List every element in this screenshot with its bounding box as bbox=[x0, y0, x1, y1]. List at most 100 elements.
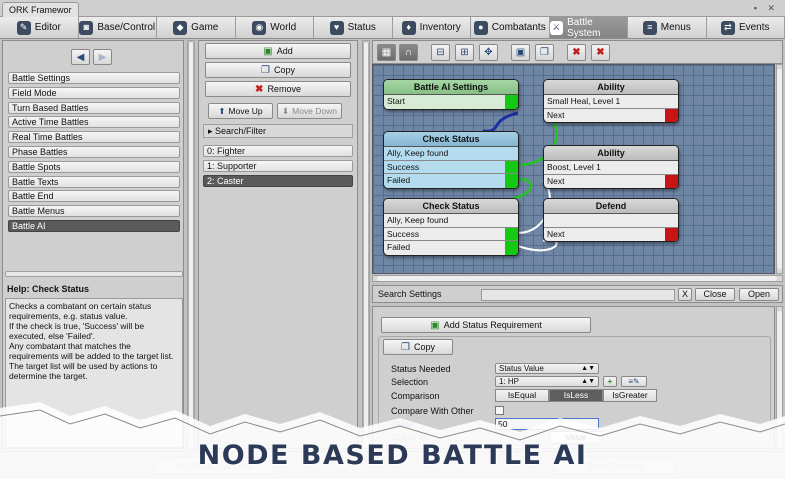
list-item-caster[interactable]: 2: Caster bbox=[203, 175, 353, 187]
move-down-button[interactable]: ⬇ Move Down bbox=[277, 103, 342, 119]
banner-title: NODE BASED BATTLE AI bbox=[197, 440, 588, 471]
category-phase-battles[interactable]: Phase Battles bbox=[8, 145, 180, 158]
delete-all-icon[interactable]: ✖ bbox=[591, 44, 610, 61]
status-needed-dropdown[interactable]: Status Value ▲▼ bbox=[495, 363, 599, 374]
selection-dropdown[interactable]: 1: HP ▲▼ bbox=[495, 376, 599, 387]
remove-button[interactable]: ✖ Remove bbox=[205, 81, 351, 97]
tab-battle-system[interactable]: ⚔ Battle System bbox=[549, 17, 628, 39]
selection-label: Selection bbox=[391, 377, 429, 387]
align-left-icon[interactable]: ⊟ bbox=[431, 44, 450, 61]
tab-world[interactable]: ◉ World bbox=[235, 17, 314, 38]
move-up-button[interactable]: ⬆ Move Up bbox=[208, 103, 273, 119]
category-battle-ai[interactable]: Battle AI bbox=[8, 219, 180, 232]
category-turn-based-battles[interactable]: Turn Based Battles bbox=[8, 101, 180, 114]
canvas-vertical-scrollbar[interactable] bbox=[776, 64, 783, 274]
compare-with-other-checkbox[interactable] bbox=[495, 406, 504, 415]
comparison-is-less[interactable]: IsLess bbox=[549, 389, 603, 402]
category-list: Battle Settings Field Mode Turn Based Ba… bbox=[8, 72, 180, 235]
list-item-fighter[interactable]: 0: Fighter bbox=[203, 145, 353, 157]
value-label: Value bbox=[391, 419, 414, 429]
scroll-thumb[interactable] bbox=[377, 276, 777, 281]
scroll-thumb[interactable] bbox=[777, 311, 782, 423]
copy-requirement-button[interactable]: ❐ Copy bbox=[383, 339, 453, 355]
tab-inventory[interactable]: ♦ Inventory bbox=[392, 17, 471, 38]
value-input[interactable]: 50 bbox=[495, 418, 599, 430]
node-battle-ai-settings[interactable]: Battle AI Settings Start bbox=[383, 79, 519, 110]
back-arrow-icon[interactable]: ◀ bbox=[71, 49, 90, 65]
comparison-is-equal[interactable]: IsEqual bbox=[495, 389, 549, 402]
category-battle-settings[interactable]: Battle Settings bbox=[8, 72, 180, 84]
comparison-is-greater[interactable]: IsGreater bbox=[603, 389, 657, 402]
settings-scrollbar[interactable] bbox=[776, 306, 783, 449]
node-editor-toolbar: ▦ ∩ ⊟ ⊞ ✥ ▣ ❐ ✖ ✖ bbox=[372, 40, 783, 64]
next-port[interactable] bbox=[665, 108, 678, 122]
next-port[interactable] bbox=[665, 174, 678, 188]
node-canvas[interactable]: Battle AI Settings Start Check Status Al… bbox=[372, 64, 775, 274]
copy-node-icon[interactable]: ❐ bbox=[535, 44, 554, 61]
add-status-requirement-button[interactable]: ▣ Add Status Requirement bbox=[381, 317, 591, 333]
middle-scrollbar[interactable] bbox=[362, 40, 370, 449]
failed-port[interactable] bbox=[505, 241, 518, 255]
triangle-right-icon: ▸ bbox=[208, 126, 216, 136]
panel-splitter[interactable] bbox=[5, 271, 183, 277]
tab-combatants[interactable]: ● Combatants bbox=[471, 17, 550, 38]
left-scrollbar[interactable] bbox=[187, 40, 195, 449]
add-button[interactable]: ▣ Add bbox=[205, 43, 351, 59]
tab-status[interactable]: ♥ Status bbox=[314, 17, 393, 38]
potion-icon: ♦ bbox=[401, 20, 416, 35]
history-navigation: ◀ ▶ bbox=[71, 49, 112, 65]
scroll-thumb[interactable] bbox=[777, 69, 782, 269]
arrange-icon[interactable]: ✥ bbox=[479, 44, 498, 61]
window-controls[interactable]: ▪ ✕ bbox=[754, 3, 779, 14]
window-tab[interactable]: ORK Framewor bbox=[2, 2, 79, 17]
arrow-up-icon: ⬆ bbox=[218, 105, 226, 116]
node-check-status-1[interactable]: Check Status Ally, Keep found Success Fa… bbox=[383, 131, 519, 189]
category-battle-end[interactable]: Battle End bbox=[8, 190, 180, 203]
search-filter-foldout[interactable]: ▸ Search/Filter bbox=[203, 124, 353, 138]
arrow-down-icon: ⬇ bbox=[281, 105, 290, 116]
tab-base-control[interactable]: ◙ Base/Control bbox=[78, 17, 157, 38]
node-check-status-2[interactable]: Check Status Ally, Keep found Success Fa… bbox=[383, 198, 519, 256]
person-icon: ● bbox=[473, 20, 488, 35]
category-battle-menus[interactable]: Battle Menus bbox=[8, 205, 180, 218]
category-real-time-battles[interactable]: Real Time Battles bbox=[8, 131, 180, 144]
scroll-thumb[interactable] bbox=[363, 41, 369, 436]
tab-editor[interactable]: ✎ Editor bbox=[0, 17, 79, 38]
edit-selection-button[interactable]: ≡✎ bbox=[621, 376, 647, 387]
add-icon: ▣ bbox=[430, 319, 440, 331]
node-ability-2[interactable]: Ability Boost, Level 1 Next bbox=[543, 145, 679, 189]
category-active-time-battles[interactable]: Active Time Battles bbox=[8, 116, 180, 129]
category-field-mode[interactable]: Field Mode bbox=[8, 86, 180, 99]
magnet-icon[interactable]: ∩ bbox=[399, 44, 418, 61]
start-port[interactable] bbox=[505, 95, 518, 109]
category-battle-spots[interactable]: Battle Spots bbox=[8, 160, 180, 173]
align-center-icon[interactable]: ⊞ bbox=[455, 44, 474, 61]
success-port[interactable] bbox=[505, 227, 518, 240]
success-port[interactable] bbox=[505, 160, 518, 173]
grid-icon[interactable]: ▦ bbox=[377, 44, 396, 61]
clear-search-button[interactable]: X bbox=[678, 288, 692, 301]
node-defend[interactable]: Defend Next bbox=[543, 198, 679, 242]
failed-port[interactable] bbox=[505, 174, 518, 188]
forward-arrow-icon[interactable]: ▶ bbox=[93, 49, 112, 65]
tab-menus[interactable]: ≡ Menus bbox=[628, 17, 707, 38]
open-button[interactable]: Open bbox=[739, 288, 779, 301]
tab-events[interactable]: ⇄ Events bbox=[706, 17, 785, 38]
delete-node-icon[interactable]: ✖ bbox=[567, 44, 586, 61]
canvas-horizontal-scrollbar[interactable] bbox=[372, 275, 783, 282]
scroll-thumb[interactable] bbox=[188, 41, 194, 436]
node-settings-panel: ▣ Add Status Requirement ❐ Copy Status Nee… bbox=[372, 306, 775, 449]
node-ability-1[interactable]: Ability Small Heal, Level 1 Next bbox=[543, 79, 679, 123]
next-port[interactable] bbox=[665, 227, 678, 241]
copy-button[interactable]: ❐ Copy bbox=[205, 62, 351, 78]
search-settings-input[interactable] bbox=[481, 289, 675, 301]
compare-with-other-label: Compare With Other bbox=[391, 406, 474, 416]
close-button[interactable]: Close bbox=[695, 288, 735, 301]
dropdown-arrow-icon: ▲▼ bbox=[581, 365, 595, 372]
add-node-icon[interactable]: ▣ bbox=[511, 44, 530, 61]
sword-icon: ⚔ bbox=[549, 20, 564, 35]
tab-game[interactable]: ◆ Game bbox=[157, 17, 236, 38]
add-selection-button[interactable]: + bbox=[603, 376, 617, 387]
category-battle-texts[interactable]: Battle Texts bbox=[8, 175, 180, 188]
list-item-supporter[interactable]: 1: Supporter bbox=[203, 160, 353, 172]
